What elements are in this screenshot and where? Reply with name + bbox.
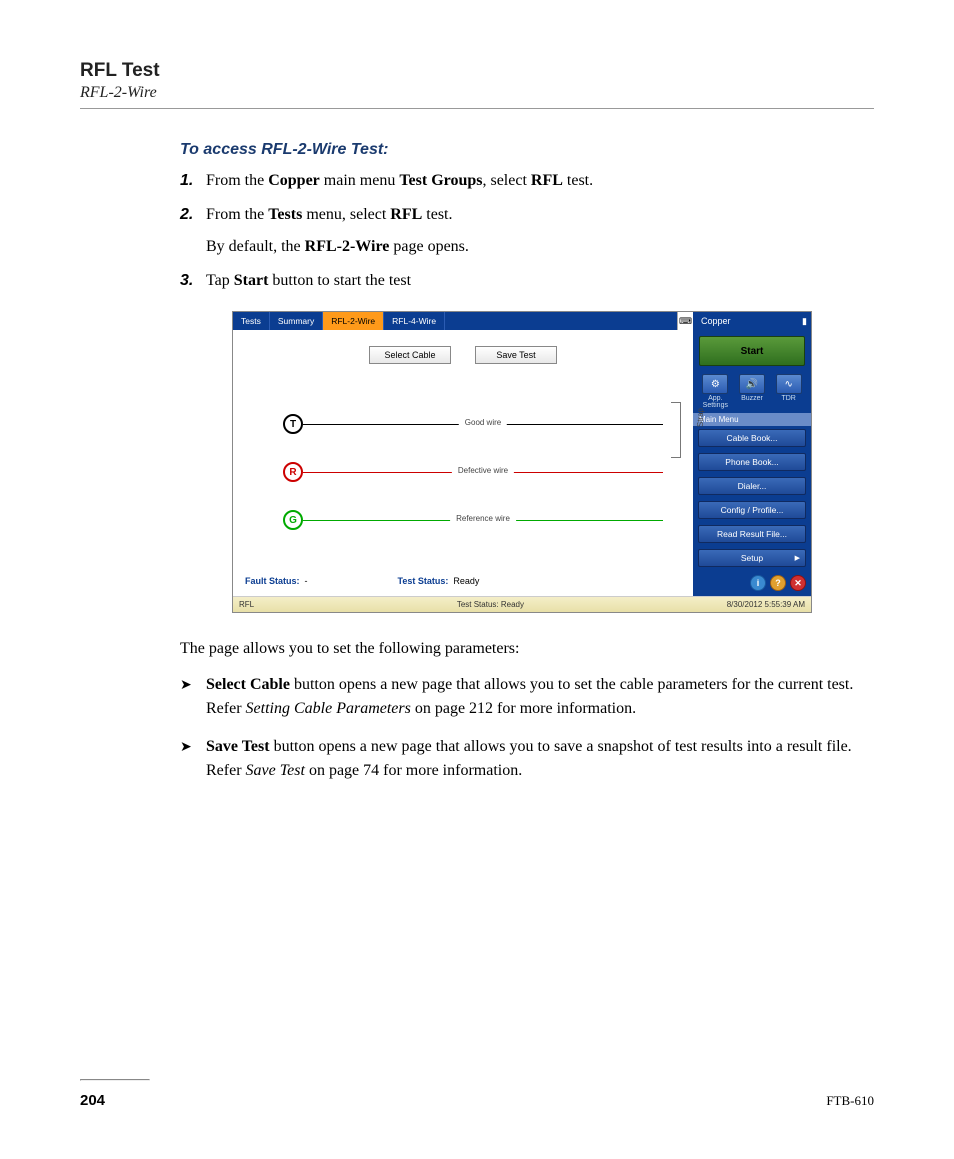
bullet-select-cable: ➤ Select Cable button opens a new page t… (180, 673, 864, 721)
section-heading: To access RFL-2-Wire Test: (180, 141, 864, 159)
footer-rule (80, 1079, 150, 1081)
paragraph: The page allows you to set the following… (180, 637, 864, 661)
device-footer: RFL Test Status: Ready 8/30/2012 5:55:39… (233, 596, 811, 612)
step-number: 2. (180, 203, 206, 259)
gear-icon: ⚙ (702, 374, 728, 394)
tab-rfl-4-wire[interactable]: RFL-4-Wire (384, 312, 445, 330)
step-3: 3. Tap Start button to start the test (180, 269, 864, 293)
page-header-title: RFL Test (80, 60, 874, 82)
wire-defective: Defective wire (303, 472, 663, 473)
side-panel: Copper ▮ Start ⚙ App. Settings 🔊 Buzze (693, 312, 811, 596)
step-body: From the Copper main menu Test Groups, s… (206, 169, 864, 193)
step-body: Tap Start button to start the test (206, 269, 864, 293)
speaker-icon: 🔊 (739, 374, 765, 394)
tab-tests[interactable]: Tests (233, 312, 270, 330)
menu-setup[interactable]: Setup▶ (698, 549, 806, 567)
footer-left: RFL (239, 600, 254, 609)
step-body: From the Tests menu, select RFL test. By… (206, 203, 864, 259)
quick-app-settings[interactable]: ⚙ App. Settings (699, 374, 731, 409)
wire-label-reference: Reference wire (450, 514, 516, 523)
footer-timestamp: 8/30/2012 5:55:39 AM (727, 600, 805, 609)
page-number: 204 (80, 1092, 105, 1109)
keyboard-icon[interactable]: ⌨ (677, 312, 693, 330)
embedded-screenshot: Tests Summary RFL-2-Wire RFL-4-Wire ⌨ Se… (180, 311, 864, 613)
strap-label: Strap (696, 408, 705, 427)
chevron-right-icon: ▶ (795, 554, 800, 562)
tab-rfl-2-wire[interactable]: RFL-2-Wire (323, 312, 384, 330)
help-button[interactable]: ? (770, 575, 786, 591)
menu-config-profile[interactable]: Config / Profile... (698, 501, 806, 519)
wire-diagram: T Good wire R Defective wire (283, 400, 663, 544)
start-button[interactable]: Start (699, 336, 805, 366)
select-cable-button[interactable]: Select Cable (369, 346, 451, 364)
quick-buzzer[interactable]: 🔊 Buzzer (736, 374, 768, 409)
side-panel-header: Copper ▮ (693, 312, 811, 330)
step-number: 1. (180, 169, 206, 193)
quick-tdr[interactable]: ∿ TDR (773, 374, 805, 409)
wire-label-good: Good wire (459, 418, 507, 427)
save-test-button[interactable]: Save Test (475, 346, 557, 364)
wire-good: Good wire (303, 424, 663, 425)
menu-read-result[interactable]: Read Result File... (698, 525, 806, 543)
header-divider (80, 108, 874, 109)
node-g: G (283, 510, 303, 530)
wave-icon: ∿ (776, 374, 802, 394)
footer-center: Test Status: Ready (254, 600, 727, 609)
wire-reference: Reference wire (303, 520, 663, 521)
bullet-save-test: ➤ Save Test button opens a new page that… (180, 735, 864, 783)
test-status: Test Status: Ready (398, 576, 480, 586)
document-code: FTB-610 (826, 1093, 874, 1109)
battery-icon: ▮ (802, 312, 807, 330)
info-button[interactable]: i (750, 575, 766, 591)
step-number: 3. (180, 269, 206, 293)
step-1: 1. From the Copper main menu Test Groups… (180, 169, 864, 193)
menu-phone-book[interactable]: Phone Book... (698, 453, 806, 471)
step-2: 2. From the Tests menu, select RFL test.… (180, 203, 864, 259)
node-r: R (283, 462, 303, 482)
fault-status: Fault Status: - (245, 576, 308, 586)
menu-dialer[interactable]: Dialer... (698, 477, 806, 495)
page-header-subtitle: RFL-2-Wire (80, 84, 874, 102)
close-button[interactable]: ✕ (790, 575, 806, 591)
node-t: T (283, 414, 303, 434)
tab-summary[interactable]: Summary (270, 312, 323, 330)
bullet-mark: ➤ (180, 735, 206, 783)
bullet-mark: ➤ (180, 673, 206, 721)
menu-cable-book[interactable]: Cable Book... (698, 429, 806, 447)
wire-label-defective: Defective wire (452, 466, 514, 475)
tab-bar: Tests Summary RFL-2-Wire RFL-4-Wire ⌨ (233, 312, 693, 330)
menu-section-header: Main Menu (693, 413, 811, 426)
strap-bracket (671, 402, 681, 458)
